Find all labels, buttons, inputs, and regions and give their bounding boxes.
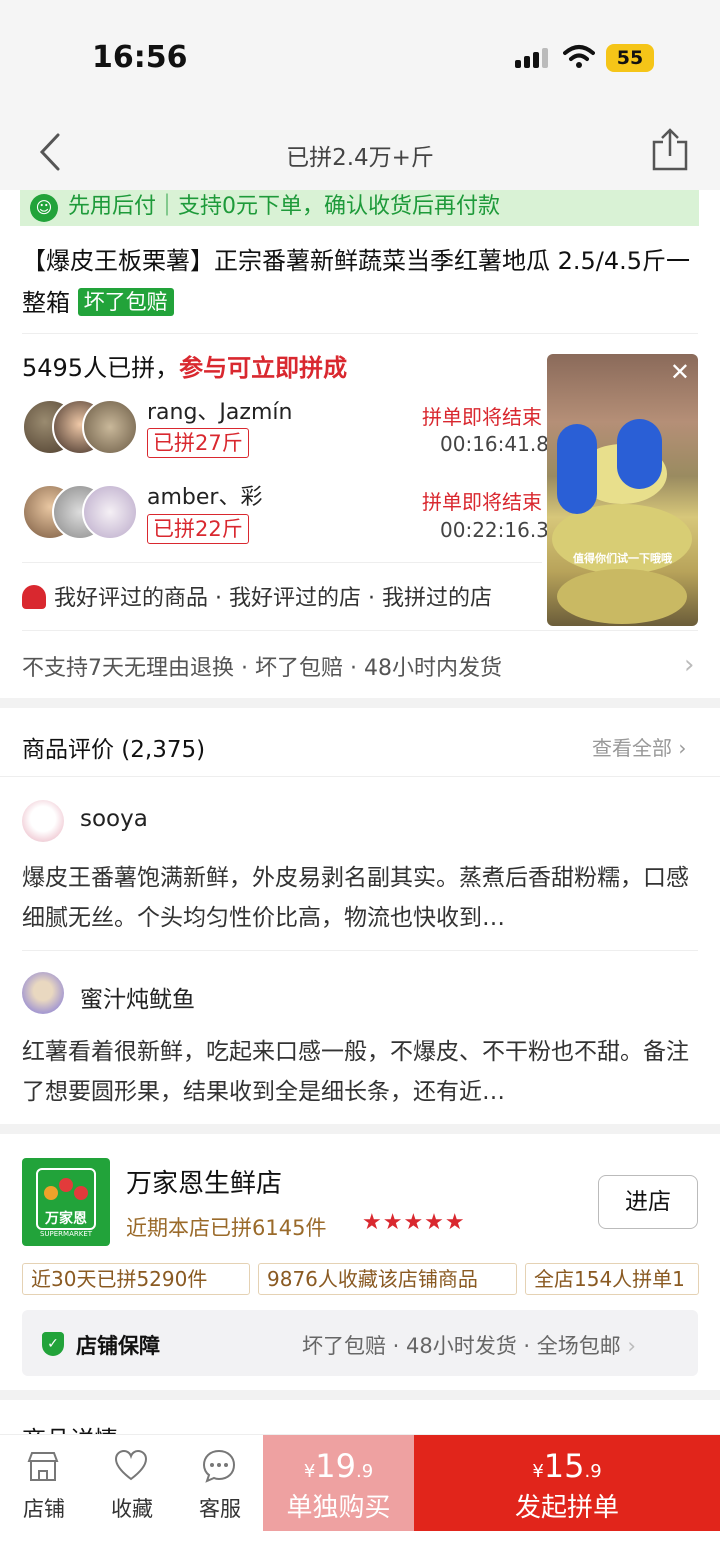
review-1-text[interactable]: 爆皮王番薯饱满新鲜，外皮易剥名副其实。蒸煮后香甜粉糯，口感细腻无丝。个头均匀性价… [22,858,698,938]
price-int: 15 [543,1447,585,1485]
signal-icon [515,48,548,68]
group-label: 发起拼单 [514,1493,619,1523]
guarantee-title: 店铺保障 [76,1334,160,1358]
avatar [82,399,138,455]
tab-service[interactable]: 客服 [176,1435,264,1532]
single-price: ¥19.9 [263,1447,414,1485]
section-gap [0,1124,720,1134]
group-2-avatars [22,484,142,540]
home-indicator-area [0,1531,720,1565]
group-2-badge: 已拼22斤 [147,514,249,544]
review-1-user: sooya [80,806,148,832]
users-icon [22,585,46,609]
store-logo-text: 万家恩 [45,1211,87,1227]
tab-favorite[interactable]: 收藏 [88,1435,176,1532]
group-price: ¥15.9 [414,1447,720,1485]
group-1-avatars [22,399,142,455]
price-int: 19 [315,1447,356,1485]
pay-later-text: 先用后付｜支持0元下单，确认收货后再付款 [68,194,500,219]
divider [0,776,720,777]
guarantee-tag: 坏了包赔 [77,288,174,316]
single-label: 单独购买 [286,1493,391,1523]
store-sold: 近期本店已拼6145件 [126,1216,327,1240]
divider [22,562,542,563]
group-cta-text: 参与可立即拼成 [179,354,348,382]
avatar [22,972,64,1014]
store-logo-subtext: SUPERMARKET [39,1230,93,1238]
nav-title: 已拼2.4万+斤 [286,145,434,171]
group-1-ending: 拼单即将结束 [422,405,542,429]
group-buy-count: 5495人已拼，参与可立即拼成 [22,348,347,383]
shop-tags-text: 我好评过的商品 · 我好评过的店 · 我拼过的店 [54,586,492,611]
tab-label: 店铺 [23,1497,65,1521]
store-stat-chip: 近30天已拼5290件 [22,1263,250,1295]
video-frame-shape [557,569,687,624]
share-icon[interactable] [650,128,690,172]
store-icon [27,1452,59,1481]
video-frame-shape [617,419,662,489]
close-icon[interactable]: ✕ [670,360,690,384]
review-2-text[interactable]: 红薯看着很新鲜，吃起来口感一般，不爆皮、不干粉也不甜。备注了想要圆形果，结果收到… [22,1032,698,1112]
view-all-reviews[interactable]: 查看全部 › [592,732,686,761]
group-1-timer: 00:16:41.8 [440,432,549,456]
group-count-text: 5495人已拼， [22,354,180,382]
start-group-button[interactable]: ¥15.9 发起拼单 [414,1435,720,1532]
store-logo-flower [74,1186,88,1200]
avatar [82,484,138,540]
review-2-user: 蜜汁炖鱿鱼 [80,987,195,1013]
view-all-label: 查看全部 [592,736,672,760]
store-name[interactable]: 万家恩生鲜店 [126,1163,282,1200]
guarantee-items: 坏了包赔 · 48小时发货 · 全场包邮 › [302,1330,636,1360]
divider [22,630,698,631]
store-logo-flower [44,1186,58,1200]
tab-label: 客服 [199,1497,241,1521]
group-2-timer: 00:22:16.3 [440,518,549,542]
price-dec: .9 [355,1461,374,1482]
group-2-ending: 拼单即将结束 [422,490,542,514]
divider [22,950,698,951]
store-stat-chip: 全店154人拼单1 [525,1263,699,1295]
currency-symbol: ¥ [532,1461,544,1482]
chevron-right-icon: › [627,1334,636,1358]
store-logo[interactable]: 万家恩 SUPERMARKET [22,1158,110,1246]
chat-icon [202,1449,236,1483]
status-time: 16:56 [92,40,188,75]
group-2-names: amber、彩 [147,485,263,510]
battery-indicator: 55 [606,44,654,72]
floating-video[interactable]: 值得你们试一下哦哦 ✕ [547,354,698,626]
store-stat-chip: 9876人收藏该店铺商品 [258,1263,517,1295]
heart-icon [114,1449,148,1481]
currency-symbol: ¥ [303,1461,316,1482]
store-guarantee[interactable]: ✓ 店铺保障 坏了包赔 · 48小时发货 · 全场包邮 › [22,1310,698,1376]
store-logo-flower [59,1178,73,1192]
product-title: 【爆皮王板栗薯】正宗番薯新鲜蔬菜当季红薯地瓜 2.5/4.5斤一整箱 坏了包赔 [22,240,702,324]
tab-store[interactable]: 店铺 [0,1435,88,1532]
enter-store-button[interactable]: 进店 [598,1175,698,1229]
price-dec: .9 [584,1461,602,1482]
service-row[interactable]: 不支持7天无理由退换 · 坏了包赔 · 48小时内发货 [22,650,502,682]
buy-single-button[interactable]: ¥19.9 单独购买 [263,1435,414,1532]
guarantee-items-text: 坏了包赔 · 48小时发货 · 全场包邮 [302,1334,621,1358]
video-frame-shape [557,424,597,514]
wifi-icon [563,45,595,68]
reviews-title: 商品评价 (2,375) [22,737,206,763]
store-rating-stars: ★★★★★ [362,1210,466,1235]
chevron-right-icon: › [684,650,695,680]
avatar [22,800,64,842]
video-caption: 值得你们试一下哦哦 [573,552,672,565]
group-1-names: rang、Jazmín [147,400,293,425]
bottom-action-bar: 店铺 收藏 客服 ¥19.9 单独购买 ¥15.9 发起拼单 [0,1434,720,1532]
shop-tags-row: 我好评过的商品 · 我好评过的店 · 我拼过的店 [22,580,492,612]
pay-later-icon: ☺ [30,194,58,222]
pay-later-banner[interactable]: ☺ 先用后付｜支持0元下单，确认收货后再付款 [20,190,699,226]
section-gap [0,1390,720,1400]
tab-label: 收藏 [111,1497,153,1521]
divider [22,333,698,334]
section-gap [0,698,720,708]
group-1-badge: 已拼27斤 [147,428,249,458]
shield-check-icon: ✓ [42,1332,64,1356]
